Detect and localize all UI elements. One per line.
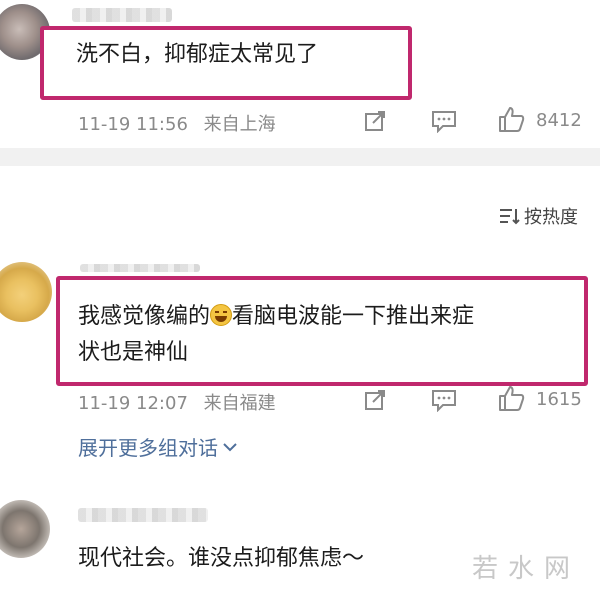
comment-location: 来自上海 [203,114,276,135]
comment-icon[interactable] [430,108,458,134]
like-count: 8412 [536,110,582,131]
avatar[interactable] [0,262,52,322]
comment-meta: 11-19 11:56 来自上海 [78,110,276,136]
comment-text: 现代社会。谁没点抑郁焦虑～ [78,546,365,571]
comment-text: 洗不白，抑郁症太常见了 [76,42,319,67]
expand-more-replies-link[interactable]: 展开更多组对话 [78,432,238,461]
comment-location: 来自福建 [203,393,276,414]
username-blurred[interactable] [78,508,208,522]
like-icon[interactable] [496,383,526,413]
sort-by-hot-button[interactable]: 按热度 [498,203,578,229]
chevron-down-icon [222,441,238,453]
comment-icon[interactable] [430,387,458,413]
comment-text-part2: 看脑电波能一下推出来症 [232,304,475,329]
expand-label: 展开更多组对话 [78,436,218,460]
avatar[interactable] [0,500,50,558]
sort-label: 按热度 [524,207,578,228]
laughing-crying-emoji-icon [210,304,233,326]
sort-icon [498,205,520,227]
username-blurred[interactable] [80,264,200,272]
comment-text: 我感觉像编的 看脑电波能一下推出来症 [78,300,578,334]
comment-text-line2: 状也是神仙 [78,340,189,365]
watermark: 若水网 [471,554,580,584]
comment-meta: 11-19 12:07 来自福建 [78,389,276,415]
comment-text-part1: 我感觉像编的 [78,304,211,329]
share-icon[interactable] [362,387,388,413]
like-count: 1615 [536,389,582,410]
username-blurred[interactable] [72,8,172,22]
comment-time: 11-19 12:07 [78,393,188,414]
section-divider [0,148,600,166]
comment-time: 11-19 11:56 [78,114,188,135]
share-icon[interactable] [362,108,388,134]
like-icon[interactable] [496,104,526,134]
